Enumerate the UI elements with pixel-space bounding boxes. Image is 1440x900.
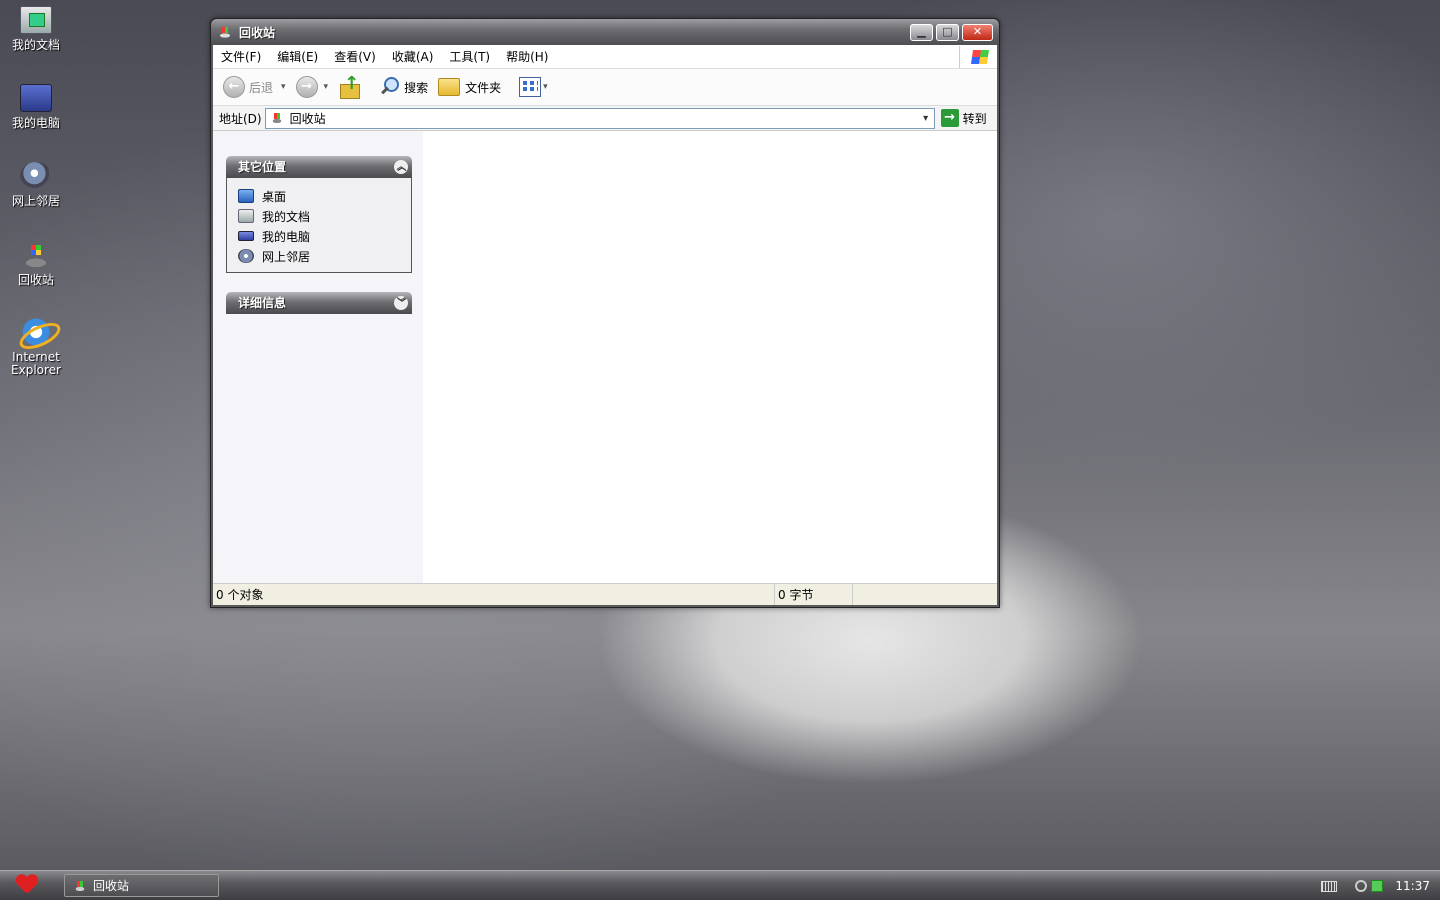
menu-favorites[interactable]: 收藏(A) [392,48,434,65]
menu-tools[interactable]: 工具(T) [449,48,490,65]
heart-icon [16,875,38,895]
chevron-down-icon: ▾ [543,82,548,92]
folders-button[interactable]: 文件夹 [438,78,501,96]
place-link-label: 我的文档 [262,209,311,224]
views-button[interactable]: ▾ [519,77,548,97]
other-places-list: 桌面 我的文档 我的电脑 网上邻居 [226,178,412,273]
desktop-icon-network-places[interactable]: 网上邻居 [0,162,72,208]
folders-label: 文件夹 [465,80,502,95]
place-link-network-places[interactable]: 网上邻居 [238,246,411,266]
recycle-bin-window: 回收站 ▁ □ ✕ 文件(F) 编辑(E) 查看(V) 收藏(A) 工具(T) … [210,18,1000,608]
status-size: 0 字节 [775,584,853,605]
recycle-bin-icon [217,26,233,38]
my-computer-icon [238,231,254,241]
chevron-down-icon[interactable]: ▾ [281,82,286,92]
task-pane: 其它位置 ︿ 桌面 我的文档 我的电脑 网上邻居 详细信息 ﹀ [213,131,423,583]
place-link-label: 网上邻居 [262,249,311,264]
recycle-bin-icon [20,241,52,269]
details-header[interactable]: 详细信息 ﹀ [226,292,412,314]
other-places-panel: 其它位置 ︿ 桌面 我的文档 我的电脑 网上邻居 [226,156,412,273]
details-panel: 详细信息 ﹀ [226,292,412,314]
go-button[interactable]: → 转到 [940,109,987,127]
search-icon [378,76,400,98]
desktop-icon-label: 我的文档 [11,38,60,52]
up-folder-button[interactable] [338,73,361,99]
clock[interactable]: 11:37 [1395,879,1430,893]
chevron-down-icon[interactable]: ▾ [324,82,329,92]
menu-file[interactable]: 文件(F) [221,48,261,65]
my-computer-icon [20,84,52,112]
internet-explorer-icon [20,318,52,346]
content-area: 其它位置 ︿ 桌面 我的文档 我的电脑 网上邻居 详细信息 ﹀ [213,131,997,583]
my-documents-icon [238,209,254,223]
forward-arrow-icon: → [295,76,318,98]
details-title: 详细信息 [238,296,287,310]
place-link-my-computer[interactable]: 我的电脑 [238,226,411,246]
desktop-icon-label: Internet Explorer [11,350,61,377]
close-button[interactable]: ✕ [962,23,993,41]
go-arrow-icon: → [940,109,959,127]
place-link-label: 我的电脑 [262,229,311,244]
window-titlebar[interactable]: 回收站 ▁ □ ✕ [211,19,999,45]
other-places-title: 其它位置 [238,160,287,174]
desktop-icon-internet-explorer[interactable]: Internet Explorer [0,318,72,377]
desktop-icon [238,189,254,203]
start-button[interactable] [6,873,44,899]
menu-help[interactable]: 帮助(H) [506,48,548,65]
menu-view[interactable]: 查看(V) [334,48,376,65]
other-places-header[interactable]: 其它位置 ︿ [226,156,412,178]
place-link-my-documents[interactable]: 我的文档 [238,206,411,226]
status-object-count: 0 个对象 [213,584,775,605]
safely-remove-icon[interactable] [1371,880,1384,892]
place-link-label: 桌面 [262,189,287,204]
place-link-desktop[interactable]: 桌面 [238,186,411,206]
chevron-up-icon[interactable]: ︿ [394,160,408,174]
address-label: 地址(D) [219,111,262,126]
taskbar-item-label: 回收站 [93,879,130,893]
desktop-icon-label: 回收站 [17,273,54,287]
taskbar-item-recycle-bin[interactable]: 回收站 [64,874,219,897]
keyboard-icon[interactable] [1321,880,1338,892]
minimize-button[interactable]: ▁ [910,23,933,41]
network-places-icon [238,249,254,263]
standard-toolbar: ← 后退 ▾ → ▾ 搜索 文件夹 ▾ [213,69,997,106]
window-controls: ▁ □ ✕ [910,23,993,41]
address-input[interactable]: 回收站 ▾ [264,107,935,129]
back-label: 后退 [249,80,274,95]
network-places-icon [20,162,52,190]
system-tray: 11:37 [1321,871,1440,900]
status-zone [853,584,997,605]
views-icon [519,77,542,97]
address-bar: 地址(D) 回收站 ▾ → 转到 [213,106,997,131]
folder-up-icon [338,73,361,99]
desktop-icon-label: 我的电脑 [11,116,60,130]
desktop-icon-my-computer[interactable]: 我的电脑 [0,84,72,130]
search-button[interactable]: 搜索 [378,76,428,98]
recycle-bin-icon [269,113,284,123]
maximize-button[interactable]: □ [936,23,959,41]
search-label: 搜索 [404,80,429,95]
chevron-down-icon[interactable]: ▾ [918,113,934,124]
desktop-icon-my-documents[interactable]: 我的文档 [0,6,72,52]
status-bar: 0 个对象 0 字节 [213,583,997,605]
taskbar: 回收站 11:37 [0,870,1440,900]
back-arrow-icon: ← [223,76,245,98]
back-button[interactable]: ← 后退 ▾ [223,76,286,98]
my-documents-icon [20,6,52,34]
desktop-icon-recycle-bin[interactable]: 回收站 [0,241,72,287]
recycle-bin-icon [73,880,87,891]
menu-bar: 文件(F) 编辑(E) 查看(V) 收藏(A) 工具(T) 帮助(H) [213,45,997,69]
go-label: 转到 [962,111,987,126]
window-title: 回收站 [239,25,276,40]
folder-icon [438,78,461,96]
menu-edit[interactable]: 编辑(E) [277,48,318,65]
chevron-down-icon[interactable]: ﹀ [394,296,408,310]
windows-logo-icon [959,45,997,68]
forward-button[interactable]: → ▾ [295,76,329,98]
network-status-icon[interactable] [1355,880,1368,892]
address-value: 回收站 [289,111,326,126]
desktop-icon-label: 网上邻居 [11,194,60,208]
